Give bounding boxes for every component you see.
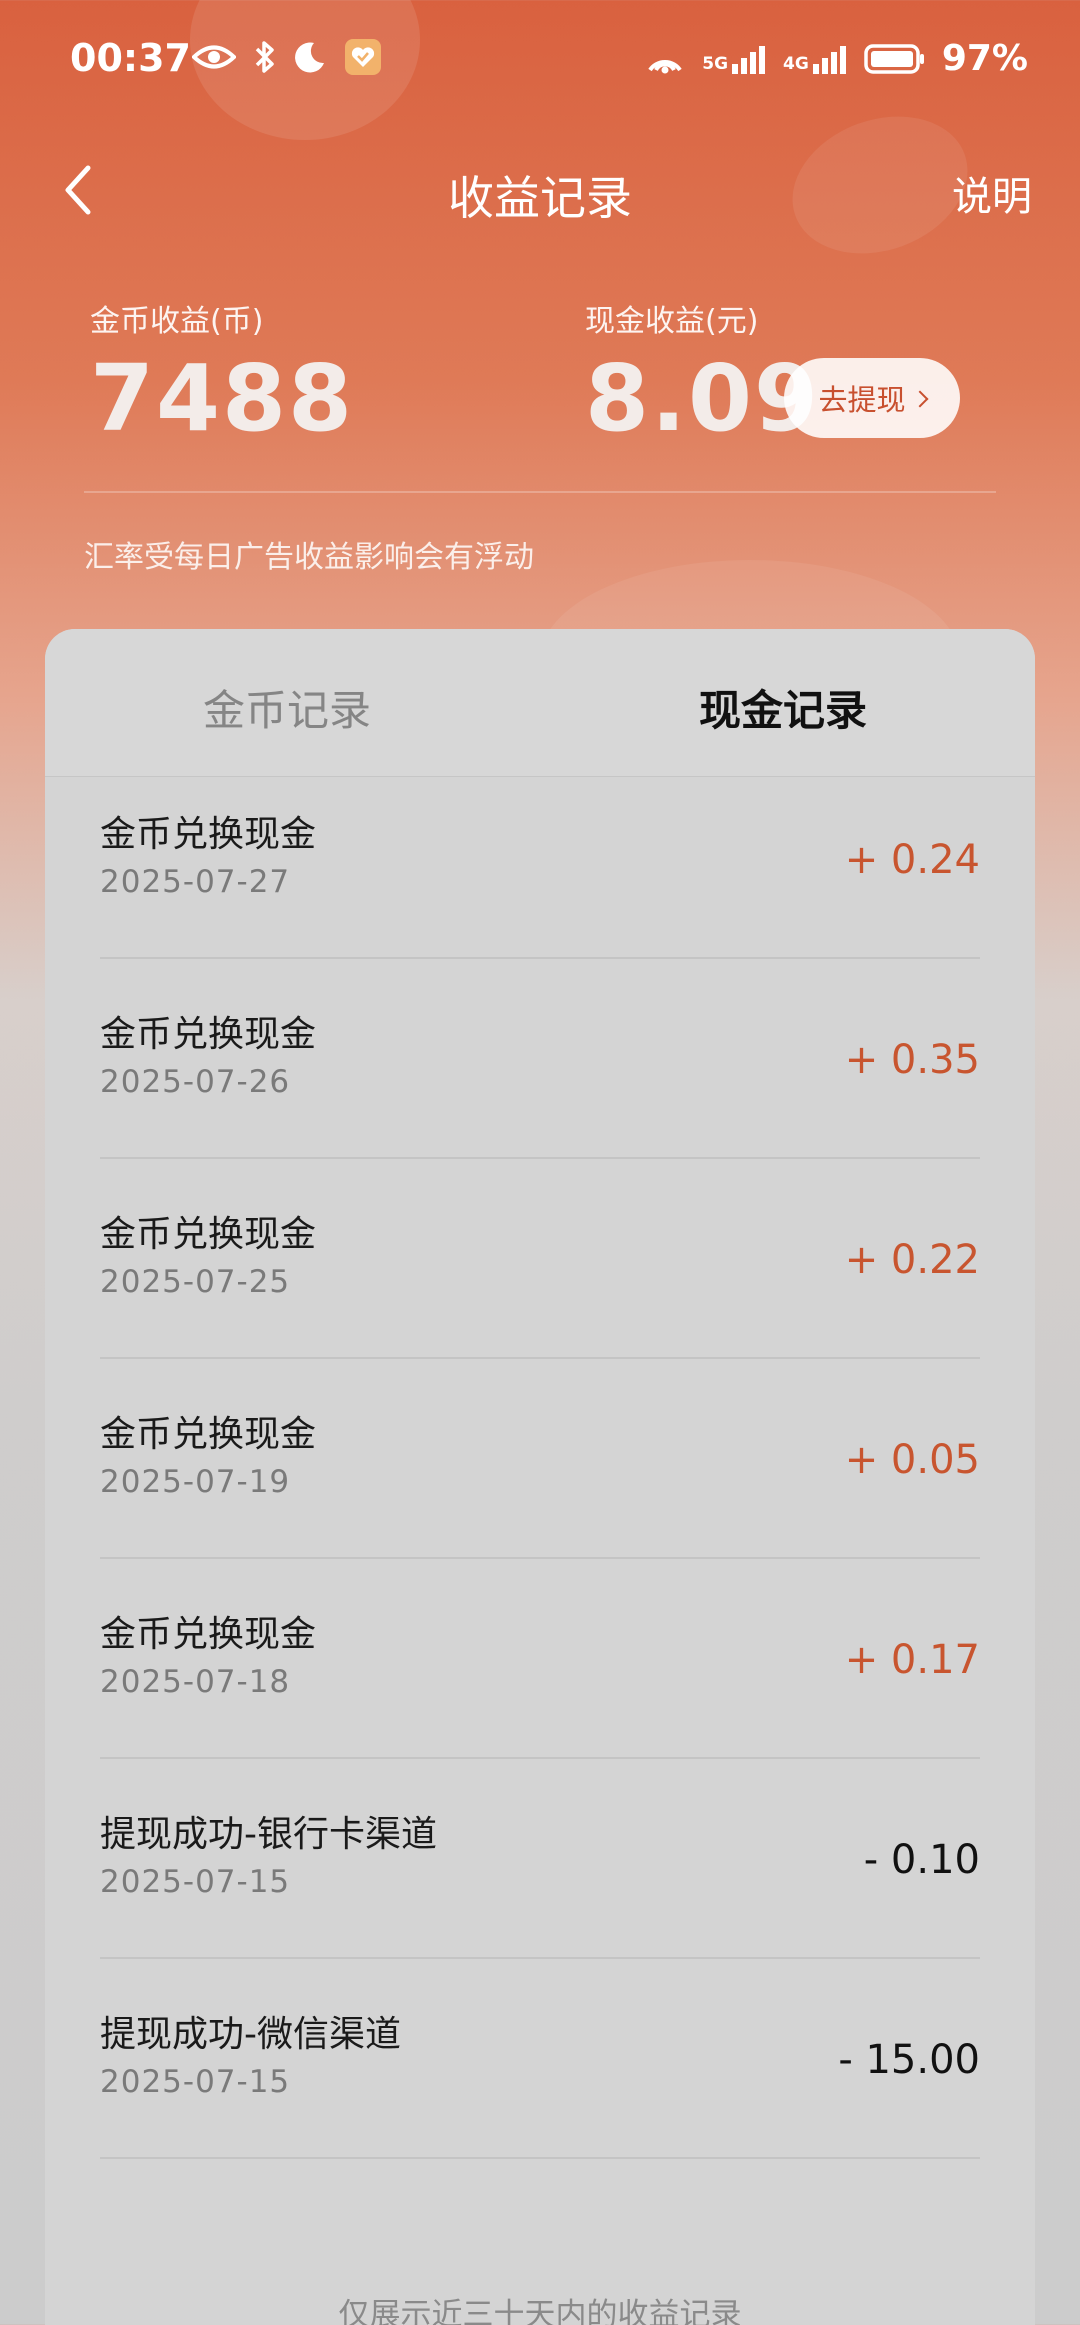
heart-app-icon xyxy=(345,39,381,75)
record-row: 提现成功-微信渠道 2025-07-15 - 15.00 xyxy=(100,1959,980,2159)
records-card: 2025-07-28 金币兑换现金 2025-07-27 + 0.24 金币兑换… xyxy=(45,629,1035,2325)
network-4g-label: 4G xyxy=(783,53,809,74)
record-row: 金币兑换现金 2025-07-18 + 0.17 xyxy=(100,1559,980,1759)
record-date: 2025-07-15 xyxy=(100,2064,291,2100)
signal-bars-icon xyxy=(812,45,846,74)
help-link[interactable]: 说明 xyxy=(952,164,1032,222)
divider xyxy=(84,491,996,493)
record-title: 金币兑换现金 xyxy=(100,1614,317,1655)
exchange-rate-note: 汇率受每日广告收益影响会有浮动 xyxy=(84,540,534,575)
record-row: 金币兑换现金 2025-07-25 + 0.22 xyxy=(100,1159,980,1359)
status-time: 00:37 xyxy=(70,36,191,80)
record-amount: + 0.35 xyxy=(844,1037,980,1083)
hotspot-icon xyxy=(648,59,682,73)
moon-icon xyxy=(295,42,324,73)
record-row: 金币兑换现金 2025-07-27 + 0.24 xyxy=(100,759,980,959)
bluetooth-icon xyxy=(255,41,274,73)
record-title: 金币兑换现金 xyxy=(100,1014,317,1055)
record-title: 金币兑换现金 xyxy=(100,1414,317,1455)
record-amount: + 0.22 xyxy=(844,1237,980,1283)
cash-earnings-label: 现金收益(元) xyxy=(585,304,759,339)
record-row: 提现成功-银行卡渠道 2025-07-15 - 0.10 xyxy=(100,1759,980,1959)
withdraw-label: 去提现 xyxy=(818,383,906,417)
signal-4g: 4G xyxy=(783,44,848,74)
coin-earnings-label: 金币收益(币) xyxy=(90,304,264,339)
record-date: 2025-07-15 xyxy=(100,1864,291,1900)
record-amount: + 0.05 xyxy=(844,1437,980,1483)
record-amount: - 15.00 xyxy=(838,2037,980,2083)
record-date: 2025-07-25 xyxy=(100,1264,291,1300)
record-amount: + 0.17 xyxy=(844,1637,980,1683)
tab-cash-records[interactable]: 现金记录 xyxy=(699,677,867,738)
chevron-right-icon xyxy=(911,390,928,408)
network-5g-label: 5G xyxy=(702,53,729,74)
record-amount: - 0.10 xyxy=(863,1837,980,1883)
status-icons-left xyxy=(192,38,382,76)
coin-earnings-value: 7488 xyxy=(90,345,355,452)
eye-icon xyxy=(192,45,236,69)
record-title: 金币兑换现金 xyxy=(100,1214,317,1255)
page-title: 收益记录 xyxy=(448,171,632,225)
signal-5g: 5G xyxy=(702,44,767,74)
record-date: 2025-07-18 xyxy=(100,1664,291,1700)
record-row: 金币兑换现金 2025-07-26 + 0.35 xyxy=(100,959,980,1159)
record-date: 2025-07-26 xyxy=(100,1064,291,1100)
record-row: 金币兑换现金 2025-07-19 + 0.05 xyxy=(100,1359,980,1559)
battery-icon xyxy=(864,43,924,74)
record-title: 提现成功-微信渠道 xyxy=(100,2014,401,2055)
nav-bar: 收益记录 说明 xyxy=(0,150,1080,230)
record-date: 2025-07-27 xyxy=(100,864,291,900)
status-icons-right: 5G 4G 97% xyxy=(644,38,1028,79)
battery-percent: 97% xyxy=(941,38,1028,79)
record-title: 提现成功-银行卡渠道 xyxy=(100,1814,437,1855)
withdraw-button[interactable]: 去提现 xyxy=(784,358,960,438)
tab-coin-records[interactable]: 金币记录 xyxy=(203,677,371,738)
records-footer-note: 仅展示近三十天内的收益记录 xyxy=(338,2297,742,2325)
record-title: 金币兑换现金 xyxy=(100,814,317,855)
record-date: 2025-07-19 xyxy=(100,1464,291,1500)
record-amount: + 0.24 xyxy=(844,837,980,883)
status-bar: 00:37 5G 4G 97% xyxy=(0,0,1080,120)
records-tabs: 金币记录 现金记录 xyxy=(45,629,1035,777)
signal-bars-icon xyxy=(732,45,766,74)
